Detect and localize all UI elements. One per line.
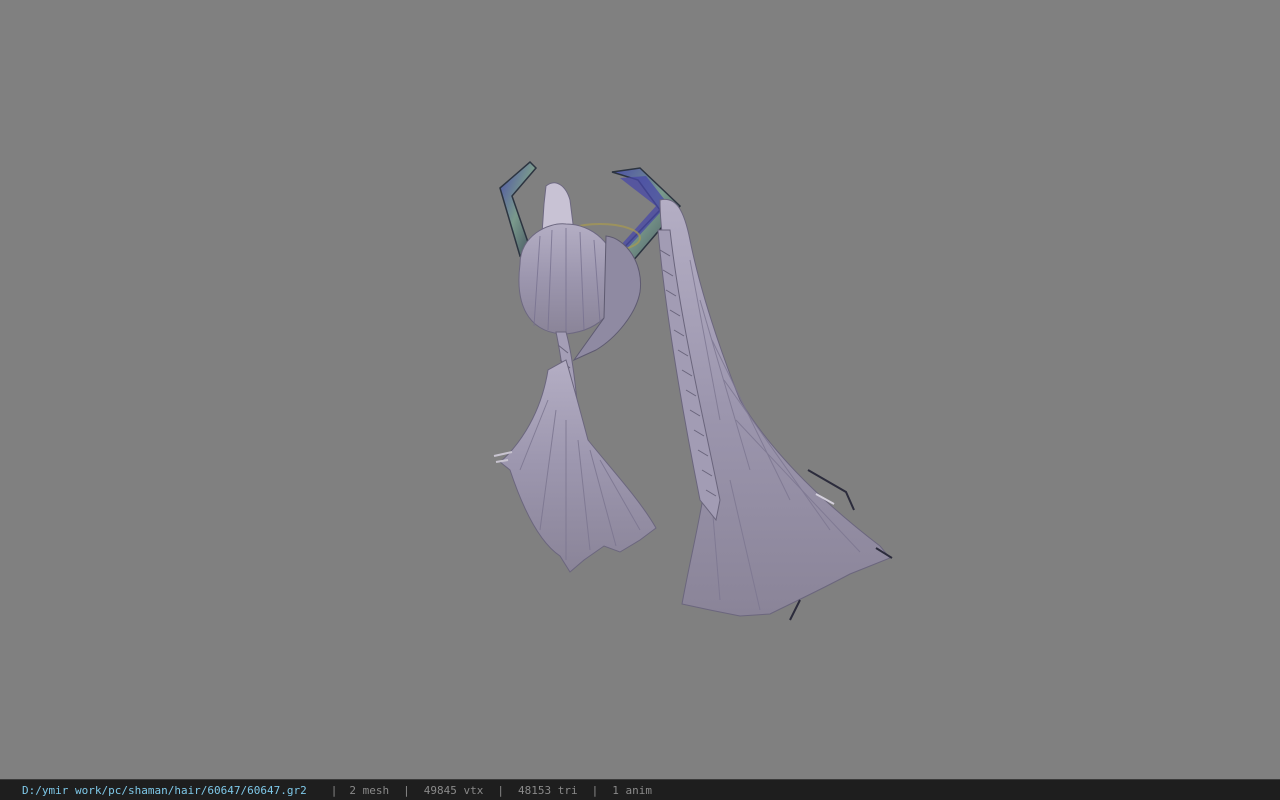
model-viewport[interactable] — [0, 0, 1280, 779]
status-bar: D:/ymir work/pc/shaman/hair/60647/60647.… — [0, 779, 1280, 800]
hair-model-icon — [493, 160, 893, 621]
anim-count-text: 1 anim — [612, 783, 652, 797]
vertex-count-text: 49845 vtx — [423, 783, 484, 797]
status-separator: | — [591, 783, 599, 797]
status-separator: | — [497, 783, 505, 797]
status-separator: | — [330, 783, 338, 797]
status-separator: | — [403, 783, 410, 797]
mesh-count-text: 2 mesh — [349, 783, 390, 797]
file-path-text: D:/ymir work/pc/shaman/hair/60647/60647.… — [22, 783, 307, 797]
triangle-count-text: 48153 tri — [518, 783, 578, 797]
